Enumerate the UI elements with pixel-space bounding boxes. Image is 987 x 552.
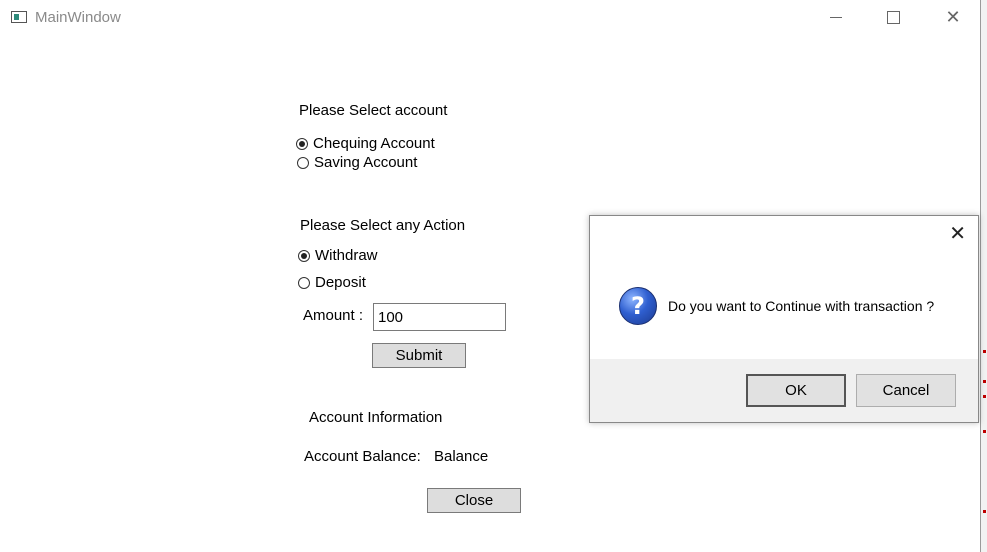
radio-button-checked[interactable] [298, 249, 310, 262]
select-account-label: Please Select account [299, 102, 448, 119]
close-window-button[interactable]: ✕ [930, 0, 976, 34]
account-balance-label: Account Balance: [304, 448, 421, 465]
account-balance-value: Balance [434, 448, 489, 465]
ok-button[interactable]: OK [746, 374, 846, 407]
account-information-label: Account Information [309, 409, 443, 426]
dialog-footer: OK Cancel [590, 359, 978, 422]
radio-saving-account[interactable]: Saving Account [297, 154, 417, 171]
radio-button-checked[interactable] [296, 137, 308, 150]
amount-input[interactable] [373, 303, 506, 331]
radio-label: Chequing Account [313, 135, 435, 152]
close-button[interactable]: Close [427, 488, 521, 513]
maximize-icon [886, 10, 900, 24]
select-action-label: Please Select any Action [300, 217, 466, 234]
minimize-icon [830, 16, 842, 18]
background-window-edge [981, 0, 987, 552]
dialog-close-icon[interactable]: ✕ [949, 224, 966, 244]
radio-label: Deposit [315, 274, 366, 291]
background-marker [983, 395, 986, 398]
background-marker [983, 380, 986, 383]
radio-chequing-account[interactable]: Chequing Account [296, 135, 435, 152]
amount-label: Amount : [303, 307, 364, 324]
radio-label: Withdraw [315, 247, 378, 264]
confirm-dialog: ✕ ? Do you want to Continue with transac… [589, 215, 979, 423]
minimize-button[interactable] [813, 0, 859, 34]
cancel-button[interactable]: Cancel [856, 374, 956, 407]
background-marker [983, 350, 986, 353]
dialog-message: Do you want to Continue with transaction… [668, 298, 935, 314]
submit-button[interactable]: Submit [372, 343, 466, 368]
background-marker [983, 510, 986, 513]
radio-withdraw[interactable]: Withdraw [298, 247, 378, 264]
window-title: MainWindow [35, 9, 121, 26]
background-marker [983, 430, 986, 433]
radio-label: Saving Account [314, 154, 418, 171]
close-icon: ✕ [945, 6, 961, 27]
question-icon: ? [619, 287, 657, 325]
radio-deposit[interactable]: Deposit [298, 274, 366, 291]
radio-button[interactable] [297, 156, 309, 169]
radio-button[interactable] [298, 276, 310, 289]
app-icon [11, 11, 27, 23]
maximize-button[interactable] [870, 0, 916, 34]
